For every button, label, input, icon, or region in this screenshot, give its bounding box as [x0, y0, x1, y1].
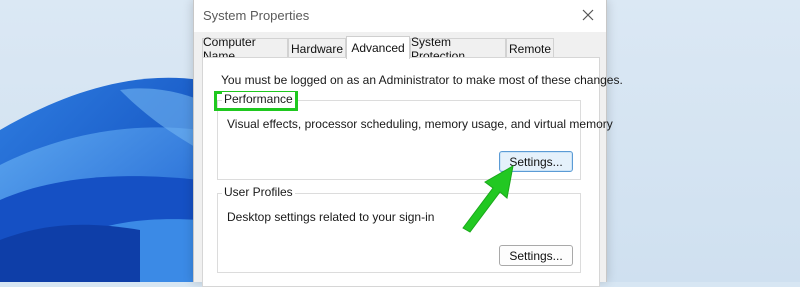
tab-hardware[interactable]: Hardware	[288, 38, 346, 58]
title-bar: System Properties	[194, 0, 606, 32]
performance-description: Visual effects, processor scheduling, me…	[227, 117, 613, 131]
user-profiles-legend: User Profiles	[222, 185, 295, 199]
window-title: System Properties	[203, 8, 310, 23]
admin-note: You must be logged on as an Administrato…	[221, 73, 623, 87]
close-button[interactable]	[574, 2, 602, 28]
tab-computer-name[interactable]: Computer Name	[202, 35, 288, 63]
tab-remote[interactable]: Remote	[506, 38, 554, 58]
close-icon	[582, 9, 594, 21]
user-profiles-group: User Profiles Desktop settings related t…	[217, 185, 581, 273]
performance-group: Performance Visual effects, processor sc…	[214, 91, 613, 180]
performance-legend: Performance	[222, 92, 295, 106]
tab-advanced[interactable]: Advanced	[346, 36, 410, 59]
user-profiles-settings-button[interactable]: Settings...	[499, 245, 573, 266]
user-profiles-description: Desktop settings related to your sign-in	[227, 210, 435, 224]
tab-system-protection[interactable]: System Protection	[410, 35, 506, 63]
advanced-tab-panel: You must be logged on as an Administrato…	[202, 57, 623, 287]
green-arrow-annotation	[462, 165, 514, 233]
system-properties-window: System Properties Computer Name Hardware…	[193, 0, 623, 287]
tab-strip: Computer Name Hardware Advanced System P…	[194, 35, 606, 63]
